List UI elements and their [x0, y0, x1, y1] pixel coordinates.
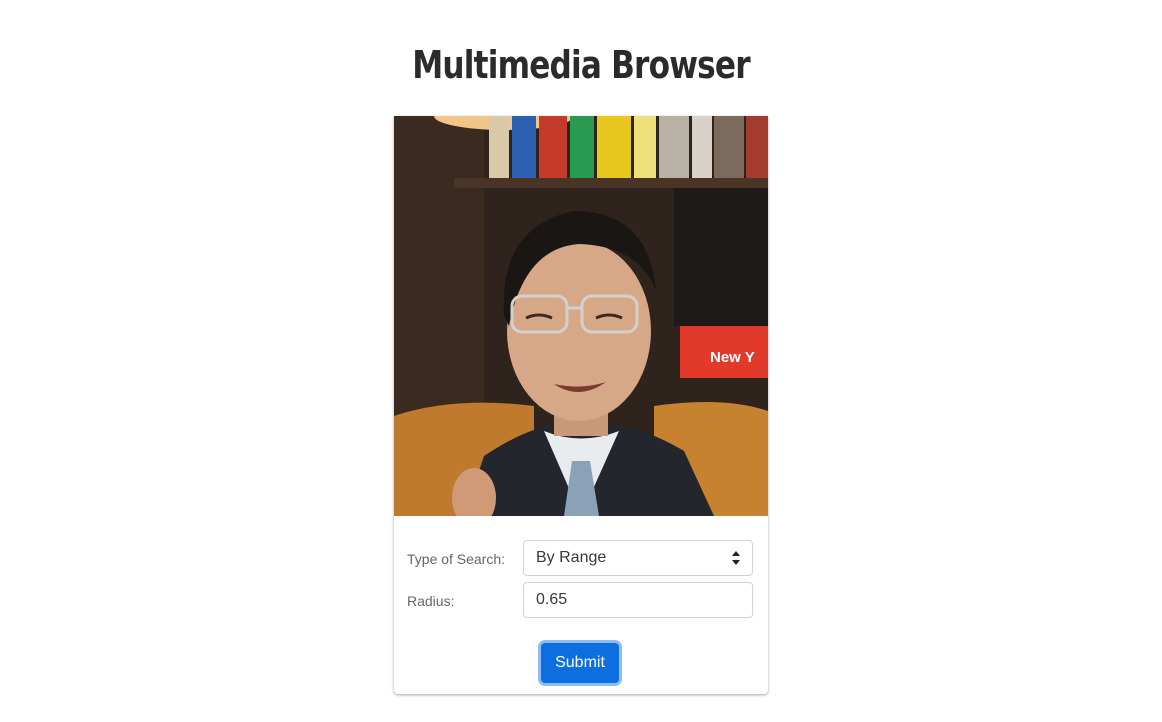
- search-type-value: By Range: [536, 549, 607, 566]
- submit-button[interactable]: Submit: [541, 643, 619, 683]
- updown-caret-icon: [732, 551, 740, 565]
- search-type-label: Type of Search:: [407, 551, 506, 567]
- portrait-photo-illustration: New Y: [394, 116, 768, 516]
- result-image[interactable]: New Y: [394, 116, 768, 516]
- radius-input[interactable]: 0.65: [523, 582, 753, 618]
- search-type-row: Type of Search: By Range: [407, 540, 755, 578]
- result-card: New Y Type of Search: By Range Radius: 0…: [394, 116, 768, 694]
- radius-label: Radius:: [407, 593, 455, 609]
- page-title: Multimedia Browser: [412, 43, 750, 88]
- book-spine-text: New Y: [710, 349, 755, 366]
- search-type-select[interactable]: By Range: [523, 540, 753, 576]
- radius-row: Radius: 0.65: [407, 582, 755, 620]
